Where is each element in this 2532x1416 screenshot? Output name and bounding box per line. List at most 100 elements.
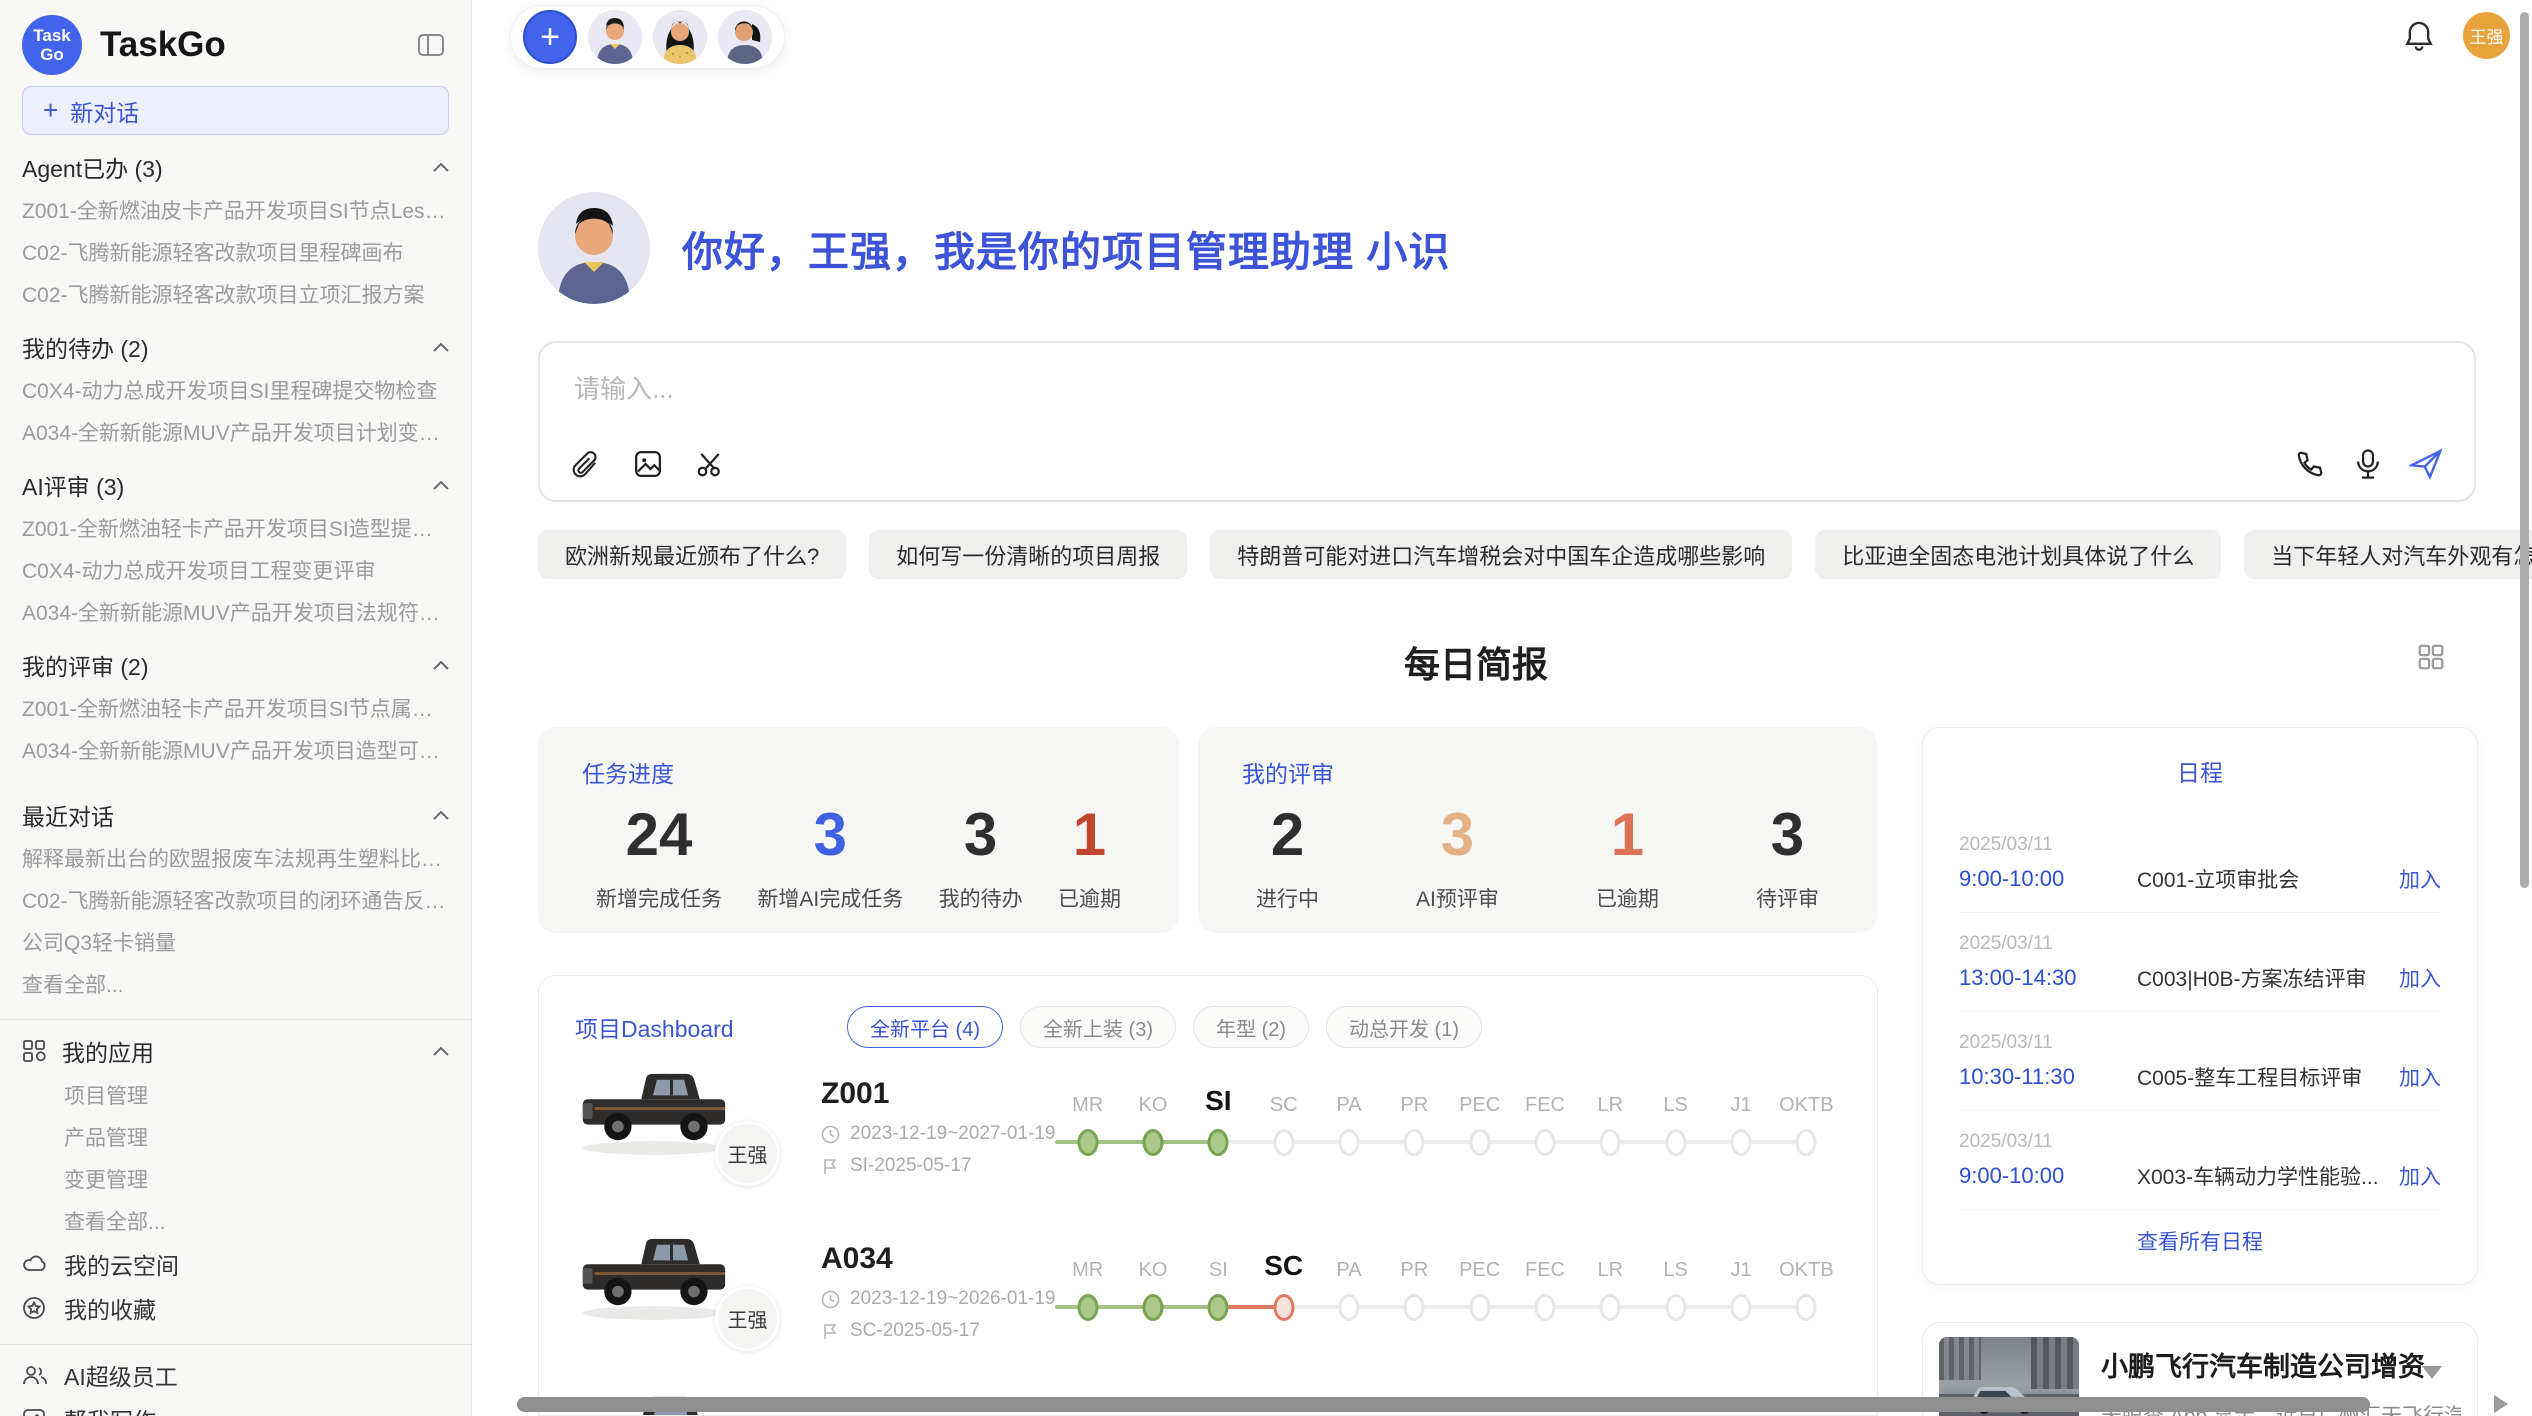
list-item[interactable]: C02-飞腾新能源轻客改款项目立项汇报方案 xyxy=(22,273,449,315)
horizontal-scrollbar[interactable] xyxy=(517,1397,2370,1412)
milestone-chain: MRKOSISCPAPRPECFECLRLSJ1OKTB xyxy=(1055,1051,1839,1181)
join-link[interactable]: 加入 xyxy=(2399,963,2441,993)
suggestion-chip[interactable]: 特朗普可能对进口汽车增税会对中国车企造成哪些影响 xyxy=(1210,530,1792,579)
sidebar-collapse-icon[interactable] xyxy=(413,27,449,63)
notification-bell-icon[interactable] xyxy=(2403,19,2437,53)
avatar[interactable] xyxy=(718,10,772,64)
owner-badge[interactable]: 王强 xyxy=(715,1286,780,1351)
list-item[interactable]: Z001-全新燃油轻卡产品开发项目SI造型提交物评审 xyxy=(22,507,449,549)
list-item[interactable]: A034-全新新能源MUV产品开发项目法规符合性评审 xyxy=(22,591,449,633)
tab-powertrain[interactable]: 动总开发 (1) xyxy=(1326,1006,1482,1048)
milestone-label: LR xyxy=(1598,1244,1624,1282)
sidebar-item-my-apps[interactable]: 我的应用 xyxy=(22,1028,449,1074)
new-chat-button[interactable]: + 新对话 xyxy=(22,86,449,135)
view-all-recent[interactable]: 查看全部... xyxy=(22,963,449,1005)
view-all-schedule-link[interactable]: 查看所有日程 xyxy=(1959,1210,2441,1272)
milestone-label: MR xyxy=(1072,1244,1103,1282)
section-header-agent-done[interactable]: Agent已办 (3) xyxy=(22,145,449,189)
milestone-dot xyxy=(1273,1129,1294,1156)
stat: 2 进行中 xyxy=(1256,799,1319,913)
milestone-dot xyxy=(1731,1294,1752,1321)
milestone-dot xyxy=(1600,1129,1621,1156)
section-header-my-todo[interactable]: 我的待办 (2) xyxy=(22,325,449,369)
list-item[interactable]: C0X4-动力总成开发项目SI里程碑提交物检查 xyxy=(22,369,449,411)
milestone-label: KO xyxy=(1139,1244,1168,1282)
milestone-label: SC xyxy=(1264,1244,1303,1282)
sidebar-item-ai-employee[interactable]: AI超级员工 xyxy=(22,1353,449,1397)
suggestion-chip[interactable]: 欧洲新规最近颁布了什么? xyxy=(538,530,846,579)
sidebar-item-cloud-space[interactable]: 我的云空间 xyxy=(22,1242,449,1286)
avatar[interactable] xyxy=(653,10,707,64)
project-code: A034 xyxy=(821,1242,893,1276)
schedule-event: 2025/03/11 13:00-14:30 C003|H0B-方案冻结评审 加… xyxy=(1959,913,2441,1012)
milestone-label: MR xyxy=(1072,1079,1103,1117)
sidebar-item-favorites[interactable]: 我的收藏 xyxy=(22,1286,449,1330)
milestone-dot xyxy=(1143,1129,1164,1156)
list-item[interactable]: C02-飞腾新能源轻客改款项目里程碑画布 xyxy=(22,231,449,273)
tab-model-year[interactable]: 年型 (2) xyxy=(1193,1006,1309,1048)
stat-value: 3 xyxy=(1771,799,1804,871)
phone-icon[interactable] xyxy=(2292,446,2328,482)
avatar[interactable] xyxy=(588,10,642,64)
scroll-right-arrow-icon[interactable] xyxy=(2494,1395,2508,1413)
owner-badge[interactable]: 王强 xyxy=(715,1121,780,1186)
sidebar-item-help-write[interactable]: 帮我写作 xyxy=(22,1397,449,1416)
attachment-icon[interactable] xyxy=(568,446,604,482)
join-link[interactable]: 加入 xyxy=(2399,1062,2441,1092)
list-item[interactable]: C02-飞腾新能源轻客改款项目的闭环通告反馈情况 xyxy=(22,879,449,921)
project-row[interactable]: 王强 A034 2023-12-19~2026-01-19 SC-2025-05… xyxy=(575,1216,1843,1381)
list-item[interactable]: C0X4-动力总成开发项目工程变更评审 xyxy=(22,549,449,591)
list-item[interactable]: Z001-全新燃油轻卡产品开发项目SI节点属性5D文件评审 xyxy=(22,687,449,729)
schedule-panel: 日程 2025/03/11 9:00-10:00 C001-立项审批会 加入 2… xyxy=(1922,727,2478,1285)
vehicle-image xyxy=(575,1057,731,1161)
section-header-recent[interactable]: 最近对话 xyxy=(22,793,449,837)
layout-grid-icon[interactable] xyxy=(2416,642,2446,672)
plus-icon: + xyxy=(43,95,58,126)
sidebar-item-product-mgmt[interactable]: 产品管理 xyxy=(22,1116,449,1158)
view-all-apps[interactable]: 查看全部... xyxy=(22,1200,449,1242)
milestone-label: FEC xyxy=(1525,1079,1565,1117)
scroll-down-arrow-icon[interactable] xyxy=(2422,1366,2442,1379)
list-item[interactable]: Z001-全新燃油皮卡产品开发项目SI节点Lesson Learn报告 xyxy=(22,189,449,231)
microphone-icon[interactable] xyxy=(2350,446,2386,482)
greeting-text: 你好，王强，我是你的项目管理助理 小识 xyxy=(682,218,1450,278)
stat: 3 我的待办 xyxy=(939,799,1023,913)
milestone-dot xyxy=(1077,1129,1098,1156)
list-item[interactable]: A034-全新新能源MUV产品开发项目造型可行性评审 xyxy=(22,729,449,771)
list-item[interactable]: 公司Q3轻卡销量 xyxy=(22,921,449,963)
tab-platform[interactable]: 全新平台 (4) xyxy=(847,1006,1003,1048)
suggestion-chip[interactable]: 当下年轻人对汽车外观有怎样的喜好趋势 xyxy=(2244,530,2532,579)
suggestion-chip[interactable]: 比亚迪全固态电池计划具体说了什么 xyxy=(1815,530,2221,579)
join-link[interactable]: 加入 xyxy=(2399,1161,2441,1191)
suggestion-chips: 欧洲新规最近颁布了什么? 如何写一份清晰的项目周报 特朗普可能对进口汽车增税会对… xyxy=(538,530,2478,579)
sidebar-item-change-mgmt[interactable]: 变更管理 xyxy=(22,1158,449,1200)
list-item[interactable]: A034-全新新能源MUV产品开发项目计划变更表编写 xyxy=(22,411,449,453)
milestone-dot xyxy=(1404,1294,1425,1321)
event-time: 13:00-14:30 xyxy=(1959,965,2137,991)
chevron-up-icon xyxy=(433,1047,449,1056)
stat-value: 2 xyxy=(1271,799,1304,871)
image-icon[interactable] xyxy=(630,446,666,482)
suggestion-chip[interactable]: 如何写一份清晰的项目周报 xyxy=(869,530,1187,579)
join-link[interactable]: 加入 xyxy=(2399,864,2441,894)
chat-composer[interactable]: 请输入... xyxy=(538,341,2476,502)
user-avatar[interactable]: 王强 xyxy=(2463,12,2510,59)
stat-value: 3 xyxy=(964,799,997,871)
send-icon[interactable] xyxy=(2408,446,2444,482)
sidebar-item-project-mgmt[interactable]: 项目管理 xyxy=(22,1074,449,1116)
milestone-dot xyxy=(1665,1129,1686,1156)
tab-upfit[interactable]: 全新上装 (3) xyxy=(1020,1006,1176,1048)
vertical-scrollbar[interactable] xyxy=(2520,12,2529,888)
event-time: 10:30-11:30 xyxy=(1959,1064,2137,1090)
milestone-label: LR xyxy=(1598,1079,1624,1117)
project-row[interactable]: 王强 Z001 2023-12-19~2027-01-19 SI-2025-05… xyxy=(575,1051,1843,1216)
section-header-my-review[interactable]: 我的评审 (2) xyxy=(22,643,449,687)
stat-card-title: 任务进度 xyxy=(582,755,1135,789)
section-header-ai-review[interactable]: AI评审 (3) xyxy=(22,463,449,507)
schedule-title: 日程 xyxy=(1959,754,2441,788)
composer-right-icons xyxy=(2292,446,2444,482)
scissors-icon[interactable] xyxy=(692,446,728,482)
list-item[interactable]: 解释最新出台的欧盟报废车法规再生塑料比例被调至15%... xyxy=(22,837,449,879)
add-agent-button[interactable]: + xyxy=(523,10,577,64)
composer-left-icons xyxy=(568,446,728,482)
